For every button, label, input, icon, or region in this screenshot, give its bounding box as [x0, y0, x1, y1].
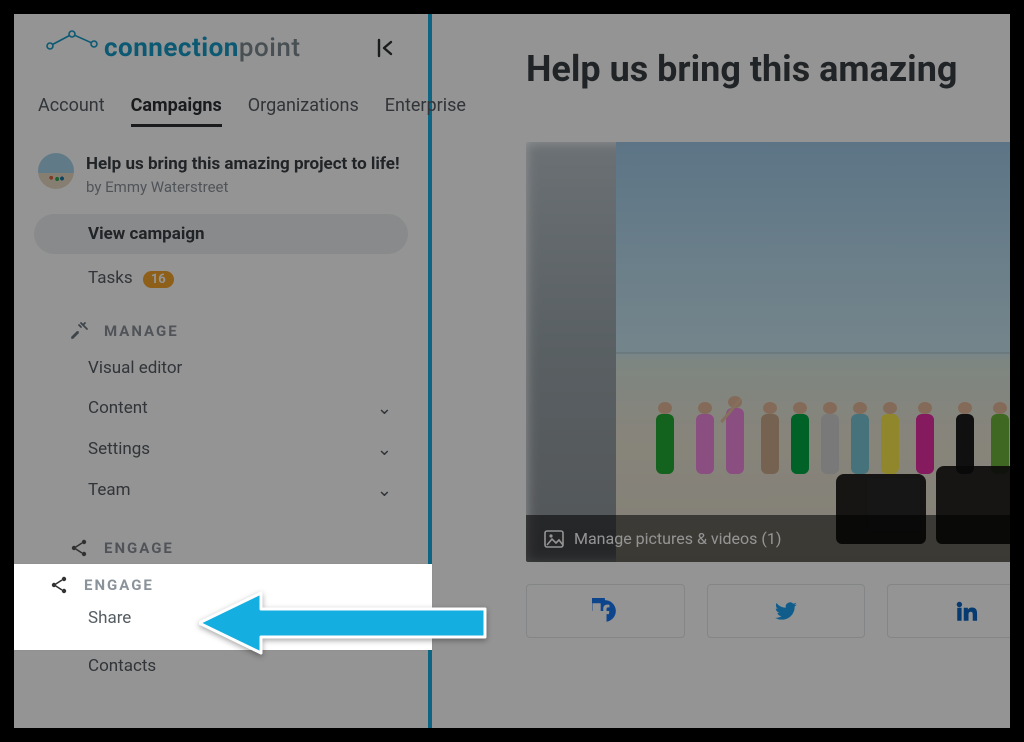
share-nodes-icon	[68, 537, 90, 559]
nav-team[interactable]: Team ⌄	[34, 470, 408, 511]
collapse-sidebar-button[interactable]	[372, 34, 400, 62]
nav-item-label: Contacts	[88, 656, 392, 676]
hero-image[interactable]: Manage pictures & videos (1)	[526, 142, 1010, 562]
tab-account[interactable]: Account	[38, 95, 105, 127]
nav-item-label: Visual editor	[88, 358, 392, 378]
brand-logo[interactable]: connectionpoint	[42, 32, 301, 63]
main-content: Help us bring this amazing Manage pictur…	[436, 14, 1010, 728]
tab-campaigns[interactable]: Campaigns	[131, 95, 222, 127]
app-frame: connectionpoint Account Campaigns Organi…	[14, 14, 1010, 728]
nav-item-label: Content	[88, 398, 377, 418]
nav-item-label: Tasks 16	[88, 268, 392, 288]
collapse-icon	[375, 37, 397, 59]
logo-graph-icon	[42, 28, 102, 52]
hero-photo	[616, 142, 1010, 562]
section-label: ENGAGE	[84, 576, 154, 594]
nav-item-label: Settings	[88, 439, 377, 459]
nav-visual-editor[interactable]: Visual editor	[34, 348, 408, 388]
manage-media-label: Manage pictures & videos (1)	[574, 529, 781, 548]
manage-media-bar[interactable]: Manage pictures & videos (1)	[526, 515, 1010, 562]
section-manage-header: MANAGE	[34, 298, 408, 348]
campaign-title: Help us bring this amazing project to li…	[86, 153, 400, 176]
section-engage-header: ENGAGE	[14, 564, 432, 600]
tasks-count-badge: 16	[143, 271, 174, 288]
share-nodes-icon	[48, 574, 70, 596]
social-share-row	[526, 584, 1010, 638]
campaign-author: by Emmy Waterstreet	[86, 178, 400, 196]
sidebar-tabs: Account Campaigns Organizations Enterpri…	[14, 71, 428, 127]
nav-settings[interactable]: Settings ⌄	[34, 429, 408, 470]
campaign-meta: Help us bring this amazing project to li…	[86, 153, 400, 196]
tab-organizations[interactable]: Organizations	[248, 95, 359, 127]
linkedin-icon	[954, 598, 980, 624]
nav-view-campaign[interactable]: View campaign	[34, 214, 408, 254]
share-facebook-button[interactable]	[526, 584, 685, 638]
twitter-icon	[773, 598, 799, 624]
page-title: Help us bring this amazing	[526, 48, 1010, 90]
sidebar-header: connectionpoint	[14, 14, 428, 71]
facebook-icon	[592, 598, 618, 624]
chevron-down-icon: ⌄	[377, 480, 392, 501]
nav-contacts[interactable]: Contacts	[34, 646, 408, 686]
share-twitter-button[interactable]	[707, 584, 866, 638]
chevron-down-icon: ⌄	[377, 439, 392, 460]
image-icon	[544, 530, 564, 548]
section-label: ENGAGE	[104, 539, 174, 557]
section-label: MANAGE	[104, 322, 179, 340]
chevron-down-icon: ⌄	[377, 398, 392, 419]
share-linkedin-button[interactable]	[887, 584, 1010, 638]
section-engage-header-base: ENGAGE	[34, 511, 408, 565]
wrench-icon	[68, 320, 90, 342]
nav-item-label: View campaign	[88, 224, 392, 244]
nav-item-label: Share	[88, 608, 131, 628]
nav-tasks[interactable]: Tasks 16	[34, 258, 408, 298]
campaign-thumbnail	[38, 153, 74, 189]
nav-share[interactable]: Share	[14, 600, 432, 638]
tutorial-highlight-region: ENGAGE Share	[14, 564, 432, 650]
brand-text: connectionpoint	[104, 33, 301, 63]
current-campaign-block[interactable]: Help us bring this amazing project to li…	[14, 127, 428, 206]
nav-content[interactable]: Content ⌄	[34, 388, 408, 429]
nav-item-label: Team	[88, 480, 377, 500]
